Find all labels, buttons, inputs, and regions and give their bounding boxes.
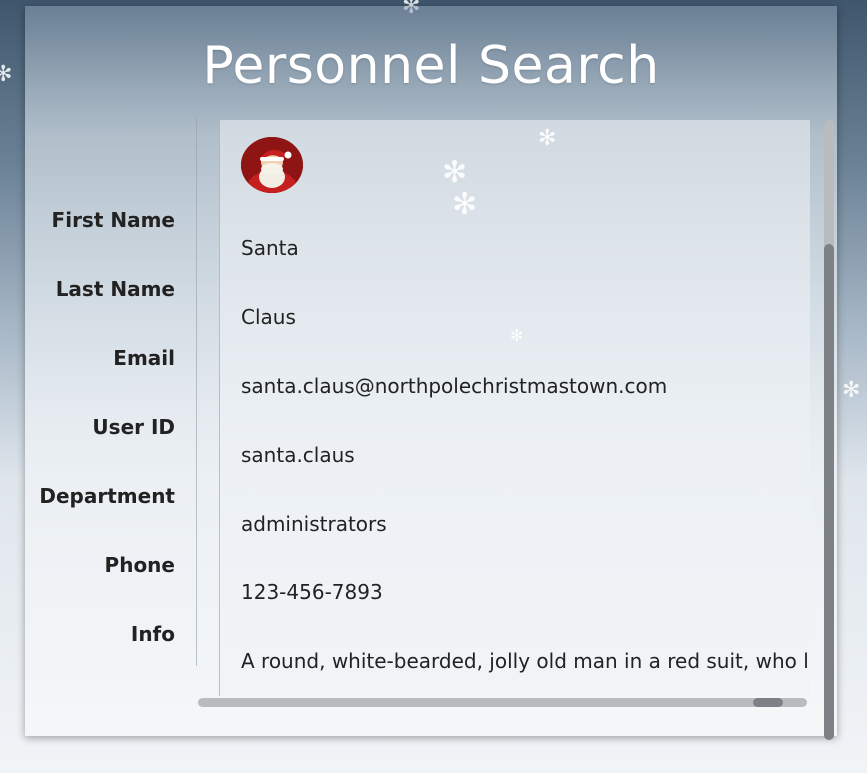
snowflake-icon: ✻ [452, 187, 478, 222]
phone-value: 123-456-7893 [241, 580, 383, 604]
horizontal-scrollbar[interactable] [198, 698, 807, 707]
snowflake-icon: ✻ [0, 62, 13, 87]
field-labels-column: First Name Last Name Email User ID Depar… [25, 118, 197, 666]
phone-label: Phone [104, 553, 175, 577]
snowflake-icon: ✻ [538, 126, 557, 151]
user-id-label: User ID [92, 415, 175, 439]
last-name-value: Claus [241, 305, 296, 329]
snowflake-icon: ✻ [442, 155, 468, 190]
last-name-label: Last Name [55, 277, 175, 301]
user-id-value: santa.claus [241, 443, 355, 467]
department-label: Department [39, 484, 175, 508]
info-label: Info [130, 622, 175, 646]
first-name-label: First Name [51, 208, 175, 232]
vertical-scrollbar[interactable] [824, 120, 834, 740]
first-name-value: Santa [241, 236, 299, 260]
vertical-scrollbar-thumb[interactable] [824, 244, 834, 740]
horizontal-scrollbar-thumb[interactable] [753, 698, 783, 707]
email-label: Email [113, 346, 175, 370]
page-title: Personnel Search [202, 36, 660, 96]
snowflake-icon: ✻ [510, 326, 524, 345]
info-value: A round, white-bearded, jolly old man in… [241, 649, 810, 673]
email-value: santa.claus@northpolechristmastown.com [241, 374, 668, 398]
santa-avatar-icon [241, 137, 303, 193]
department-value: administrators [241, 512, 387, 536]
personnel-details: ✻ ✻ ✻ ✻ Santa Claus santa.claus@northpol… [219, 120, 810, 696]
personnel-search-panel: Personnel Search First Name Last Name Em… [25, 6, 837, 740]
snowflake-icon: ✻ [842, 378, 861, 403]
